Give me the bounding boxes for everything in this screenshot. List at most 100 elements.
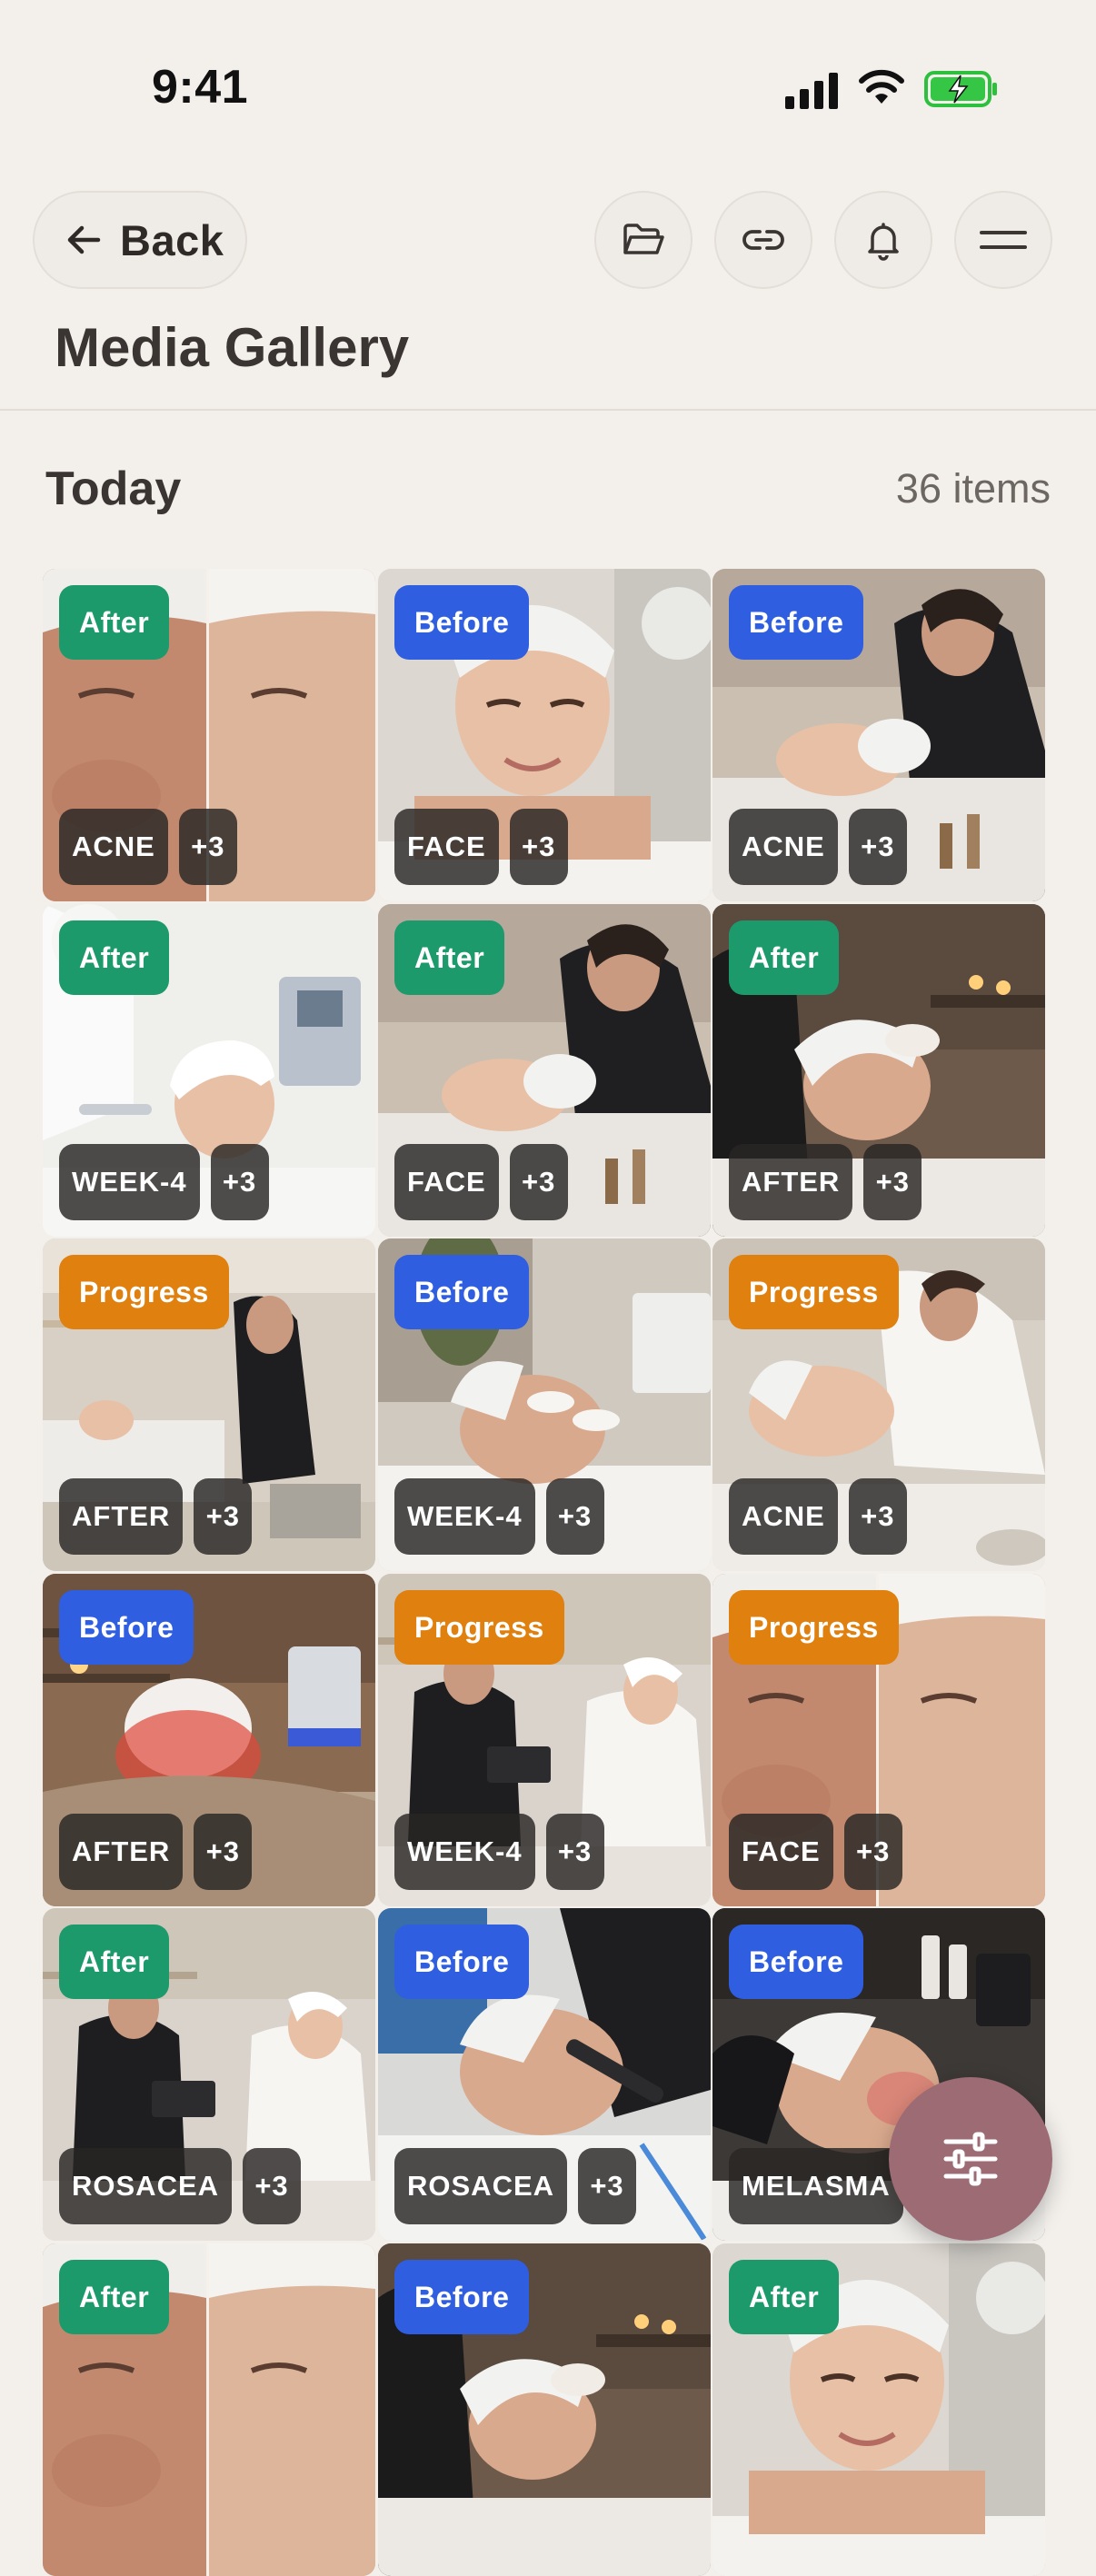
more-tags-chip: +3 xyxy=(178,809,237,885)
back-button[interactable]: Back xyxy=(33,191,247,289)
tag-chip: FACE xyxy=(729,1814,833,1890)
status-badge: Before xyxy=(59,1590,194,1665)
more-tags-chip: +3 xyxy=(243,2148,302,2224)
media-tile[interactable]: Before FACE +3 xyxy=(378,569,711,901)
tag-chip: WEEK-4 xyxy=(394,1814,535,1890)
more-tags-chip: +3 xyxy=(863,1144,922,1220)
media-tile[interactable]: After ROSACEA +3 xyxy=(43,1908,375,2241)
tag-row: FACE +3 xyxy=(729,1814,902,1890)
media-tile[interactable]: Progress FACE +3 xyxy=(712,1574,1045,1906)
cellular-signal-icon xyxy=(785,73,838,109)
tag-row: MELASMA xyxy=(729,2148,903,2224)
status-badge: Before xyxy=(394,585,530,660)
media-tile[interactable]: Before ROSACEA +3 xyxy=(378,1908,711,2241)
more-tags-chip: +3 xyxy=(509,809,568,885)
notifications-button[interactable] xyxy=(834,191,932,289)
media-tile[interactable]: Before ACNE +3 xyxy=(712,569,1045,901)
more-tags-chip: +3 xyxy=(509,1144,568,1220)
media-tile[interactable]: After ACNE +3 xyxy=(43,569,375,901)
wifi-icon xyxy=(859,69,904,104)
tag-row: FACE +3 xyxy=(394,1144,568,1220)
status-badge: Before xyxy=(394,2260,530,2334)
link-icon xyxy=(742,230,784,250)
more-tags-chip: +3 xyxy=(210,1144,269,1220)
more-tags-chip: +3 xyxy=(843,1814,902,1890)
tag-chip: AFTER xyxy=(59,1814,184,1890)
status-badge: After xyxy=(59,1925,170,1999)
status-badge: Progress xyxy=(59,1255,229,1329)
link-button[interactable] xyxy=(714,191,812,289)
menu-button[interactable] xyxy=(954,191,1052,289)
media-tile[interactable]: After xyxy=(712,2243,1045,2576)
media-tile[interactable]: Progress WEEK-4 +3 xyxy=(378,1574,711,1906)
media-tile[interactable]: After AFTER +3 xyxy=(712,904,1045,1237)
status-time: 9:41 xyxy=(152,61,249,114)
tag-chip: AFTER xyxy=(729,1144,853,1220)
media-tile[interactable]: After xyxy=(43,2243,375,2576)
battery-charging-icon xyxy=(924,71,997,107)
bell-icon xyxy=(868,223,899,261)
status-bar: 9:41 xyxy=(0,0,1096,173)
more-tags-chip: +3 xyxy=(848,809,907,885)
media-tile[interactable]: Before AFTER +3 xyxy=(43,1574,375,1906)
more-tags-chip: +3 xyxy=(545,1478,604,1555)
status-badge: Before xyxy=(729,1925,864,1999)
menu-icon xyxy=(980,231,1027,249)
tag-chip: ACNE xyxy=(729,809,838,885)
media-tile[interactable]: Progress AFTER +3 xyxy=(43,1238,375,1571)
tag-row: ACNE +3 xyxy=(729,1478,907,1555)
status-badge: After xyxy=(59,920,170,995)
status-badge: Progress xyxy=(729,1590,899,1665)
more-tags-chip: +3 xyxy=(194,1478,253,1555)
status-badge: After xyxy=(394,920,505,995)
header-divider xyxy=(0,409,1096,411)
status-badge: Progress xyxy=(729,1255,899,1329)
sliders-icon xyxy=(943,2132,998,2186)
tag-row: AFTER +3 xyxy=(59,1478,253,1555)
tag-chip: ROSACEA xyxy=(59,2148,233,2224)
tag-row: WEEK-4 +3 xyxy=(59,1144,269,1220)
more-tags-chip: +3 xyxy=(194,1814,253,1890)
tag-chip: ACNE xyxy=(729,1478,838,1555)
tag-row: ROSACEA +3 xyxy=(394,2148,637,2224)
tag-row: ROSACEA +3 xyxy=(59,2148,302,2224)
status-badge: After xyxy=(59,2260,170,2334)
folder-button[interactable] xyxy=(594,191,692,289)
tag-chip: FACE xyxy=(394,1144,499,1220)
tag-row: FACE +3 xyxy=(394,809,568,885)
tag-row: WEEK-4 +3 xyxy=(394,1478,604,1555)
more-tags-chip: +3 xyxy=(578,2148,637,2224)
section-title: Today xyxy=(45,462,182,515)
tag-chip: WEEK-4 xyxy=(394,1478,535,1555)
tag-row: AFTER +3 xyxy=(59,1814,253,1890)
tag-chip: AFTER xyxy=(59,1478,184,1555)
status-badge: Before xyxy=(394,1255,530,1329)
tag-chip: MELASMA xyxy=(729,2148,903,2224)
tag-row: WEEK-4 +3 xyxy=(394,1814,604,1890)
tag-chip: ACNE xyxy=(59,809,168,885)
item-count: 36 items xyxy=(895,465,1051,512)
media-tile[interactable]: Before WEEK-4 +3 xyxy=(378,1238,711,1571)
tag-chip: FACE xyxy=(394,809,499,885)
header: Back xyxy=(0,182,1096,291)
media-tile[interactable]: After FACE +3 xyxy=(378,904,711,1237)
status-badge: Progress xyxy=(394,1590,564,1665)
more-tags-chip: +3 xyxy=(545,1814,604,1890)
page-title: Media Gallery xyxy=(55,317,410,378)
status-badge: Before xyxy=(394,1925,530,1999)
tag-row: ACNE +3 xyxy=(729,809,907,885)
status-badge: After xyxy=(729,2260,840,2334)
tag-chip: ROSACEA xyxy=(394,2148,568,2224)
back-button-label: Back xyxy=(120,215,224,264)
status-badge: Before xyxy=(729,585,864,660)
arrow-left-icon xyxy=(67,225,101,254)
media-tile[interactable]: After WEEK-4 +3 xyxy=(43,904,375,1237)
folder-open-icon xyxy=(623,224,664,254)
tag-row: AFTER +3 xyxy=(729,1144,922,1220)
tag-row: ACNE +3 xyxy=(59,809,237,885)
tag-chip: WEEK-4 xyxy=(59,1144,200,1220)
filter-fab-button[interactable] xyxy=(889,2077,1052,2241)
media-tile[interactable]: Before xyxy=(378,2243,711,2576)
media-tile[interactable]: Progress ACNE +3 xyxy=(712,1238,1045,1571)
status-badge: After xyxy=(729,920,840,995)
